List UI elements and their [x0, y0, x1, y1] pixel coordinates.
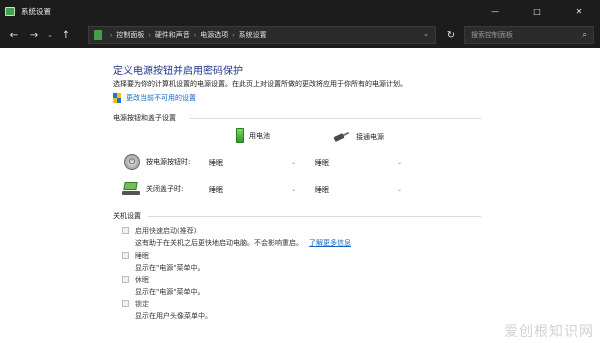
power-button-row-label: ⏻ 按电源按钮时: [124, 154, 190, 170]
lock-label: 锁定 [135, 300, 149, 308]
hibernate-option: 休眠 显示在"电源"菜单中。 [122, 275, 204, 297]
fast-startup-description: 这有助于在关机之后更快地启动电脑。不会影响重启。 [135, 239, 303, 247]
up-button[interactable]: ↑ [56, 25, 76, 45]
search-icon: ⌕ [582, 30, 587, 39]
minimize-button[interactable]: — [474, 0, 516, 22]
hibernate-checkbox[interactable] [122, 276, 129, 283]
section-title-shutdown: 关机设置 [113, 212, 141, 220]
sleep-description: 显示在"电源"菜单中。 [135, 264, 205, 272]
column-header-battery: 用电池 [236, 128, 270, 143]
search-input[interactable]: 搜索控制面板 [471, 30, 513, 40]
breadcrumb-power-options[interactable]: 电源选项 [200, 30, 228, 40]
chevron-down-icon: ⌄ [290, 186, 296, 193]
select-value: 睡眠 [315, 186, 329, 194]
lock-option: 锁定 显示在用户头像菜单中。 [122, 299, 212, 321]
navigation-bar: ← → ⌄ ↑ › 控制面板 › 硬件和声音 › 电源选项 › 系统设置 ⌄ ↻… [0, 22, 600, 48]
breadcrumb-hardware-sound[interactable]: 硬件和声音 [155, 30, 190, 40]
power-icon: ⏻ [124, 154, 140, 170]
column-label-plugged-in: 接通电源 [356, 133, 384, 141]
breadcrumb-control-panel[interactable]: 控制面板 [116, 30, 144, 40]
window-title: 系统设置 [21, 6, 51, 16]
chevron-right-icon: › [232, 31, 235, 39]
control-panel-icon [5, 6, 15, 16]
select-value: 睡眠 [209, 186, 223, 194]
column-header-plugged-in: 接通电源 [334, 132, 384, 142]
power-plug-icon [334, 133, 350, 142]
sleep-option: 睡眠 显示在"电源"菜单中。 [122, 251, 204, 273]
refresh-icon[interactable]: ↻ [442, 26, 460, 44]
back-button[interactable]: ← [4, 25, 24, 45]
window-controls: — □ ✕ [474, 0, 600, 22]
learn-more-link[interactable]: 了解更多信息 [309, 239, 351, 247]
chevron-down-icon: ⌄ [396, 159, 402, 166]
lid-close-label: 关闭盖子时: [146, 185, 184, 193]
chevron-down-icon: ⌄ [396, 186, 402, 193]
lock-checkbox[interactable] [122, 300, 129, 307]
power-button-battery-select[interactable]: 睡眠 ⌄ [205, 156, 301, 170]
change-settings-link-row[interactable]: 更改当前不可用的设置 [113, 93, 196, 103]
chevron-right-icon: › [193, 31, 197, 39]
power-button-label: 按电源按钮时: [146, 158, 191, 166]
hibernate-label: 休眠 [135, 276, 149, 284]
lid-close-plugged-select[interactable]: 睡眠 ⌄ [311, 183, 407, 197]
fast-startup-label: 启用快速启动(推荐) [135, 227, 197, 235]
recent-locations-button[interactable]: ⌄ [44, 25, 56, 45]
laptop-lid-icon [122, 182, 140, 196]
chevron-down-icon: ⌄ [290, 159, 296, 166]
chevron-right-icon: › [110, 31, 113, 39]
fast-startup-option: 启用快速启动(推荐) 这有助于在关机之后更快地启动电脑。不会影响重启。 了解更多信… [122, 226, 351, 248]
sleep-label: 睡眠 [135, 252, 149, 260]
page-description: 选择要为你的计算机设置的电源设置。在此页上对设置所做的更改将应用于你所有的电源计… [113, 80, 407, 88]
lid-close-row-label: 关闭盖子时: [122, 182, 183, 196]
section-divider [190, 118, 481, 119]
forward-button[interactable]: → [24, 25, 44, 45]
section-title-buttons: 电源按钮和盖子设置 [113, 114, 176, 122]
watermark: 爱创根知识网 [504, 324, 594, 340]
select-value: 睡眠 [315, 159, 329, 167]
uac-shield-icon [113, 93, 122, 103]
lock-description: 显示在用户头像菜单中。 [135, 312, 212, 320]
breadcrumb-system-settings[interactable]: 系统设置 [239, 30, 267, 40]
page-title: 定义电源按钮并启用密码保护 [113, 66, 243, 77]
power-button-plugged-select[interactable]: 睡眠 ⌄ [311, 156, 407, 170]
address-dropdown-icon[interactable]: ⌄ [423, 30, 429, 38]
sleep-checkbox[interactable] [122, 252, 129, 259]
column-label-battery: 用电池 [249, 131, 270, 140]
control-panel-icon [94, 30, 102, 40]
close-button[interactable]: ✕ [558, 0, 600, 22]
lid-close-battery-select[interactable]: 睡眠 ⌄ [205, 183, 301, 197]
select-value: 睡眠 [209, 159, 223, 167]
maximize-button[interactable]: □ [516, 0, 558, 22]
change-unavailable-settings-link[interactable]: 更改当前不可用的设置 [126, 93, 196, 103]
main-content: 定义电源按钮并启用密码保护 选择要为你的计算机设置的电源设置。在此页上对设置所做… [0, 48, 600, 343]
hibernate-description: 显示在"电源"菜单中。 [135, 288, 205, 296]
battery-icon [236, 128, 244, 143]
search-box[interactable]: 搜索控制面板 ⌕ [464, 26, 594, 44]
title-bar: 系统设置 — □ ✕ [0, 0, 600, 22]
fast-startup-checkbox[interactable] [122, 227, 129, 234]
chevron-right-icon: › [148, 31, 151, 39]
section-divider [148, 216, 481, 217]
address-bar[interactable]: › 控制面板 › 硬件和声音 › 电源选项 › 系统设置 ⌄ [88, 26, 436, 44]
